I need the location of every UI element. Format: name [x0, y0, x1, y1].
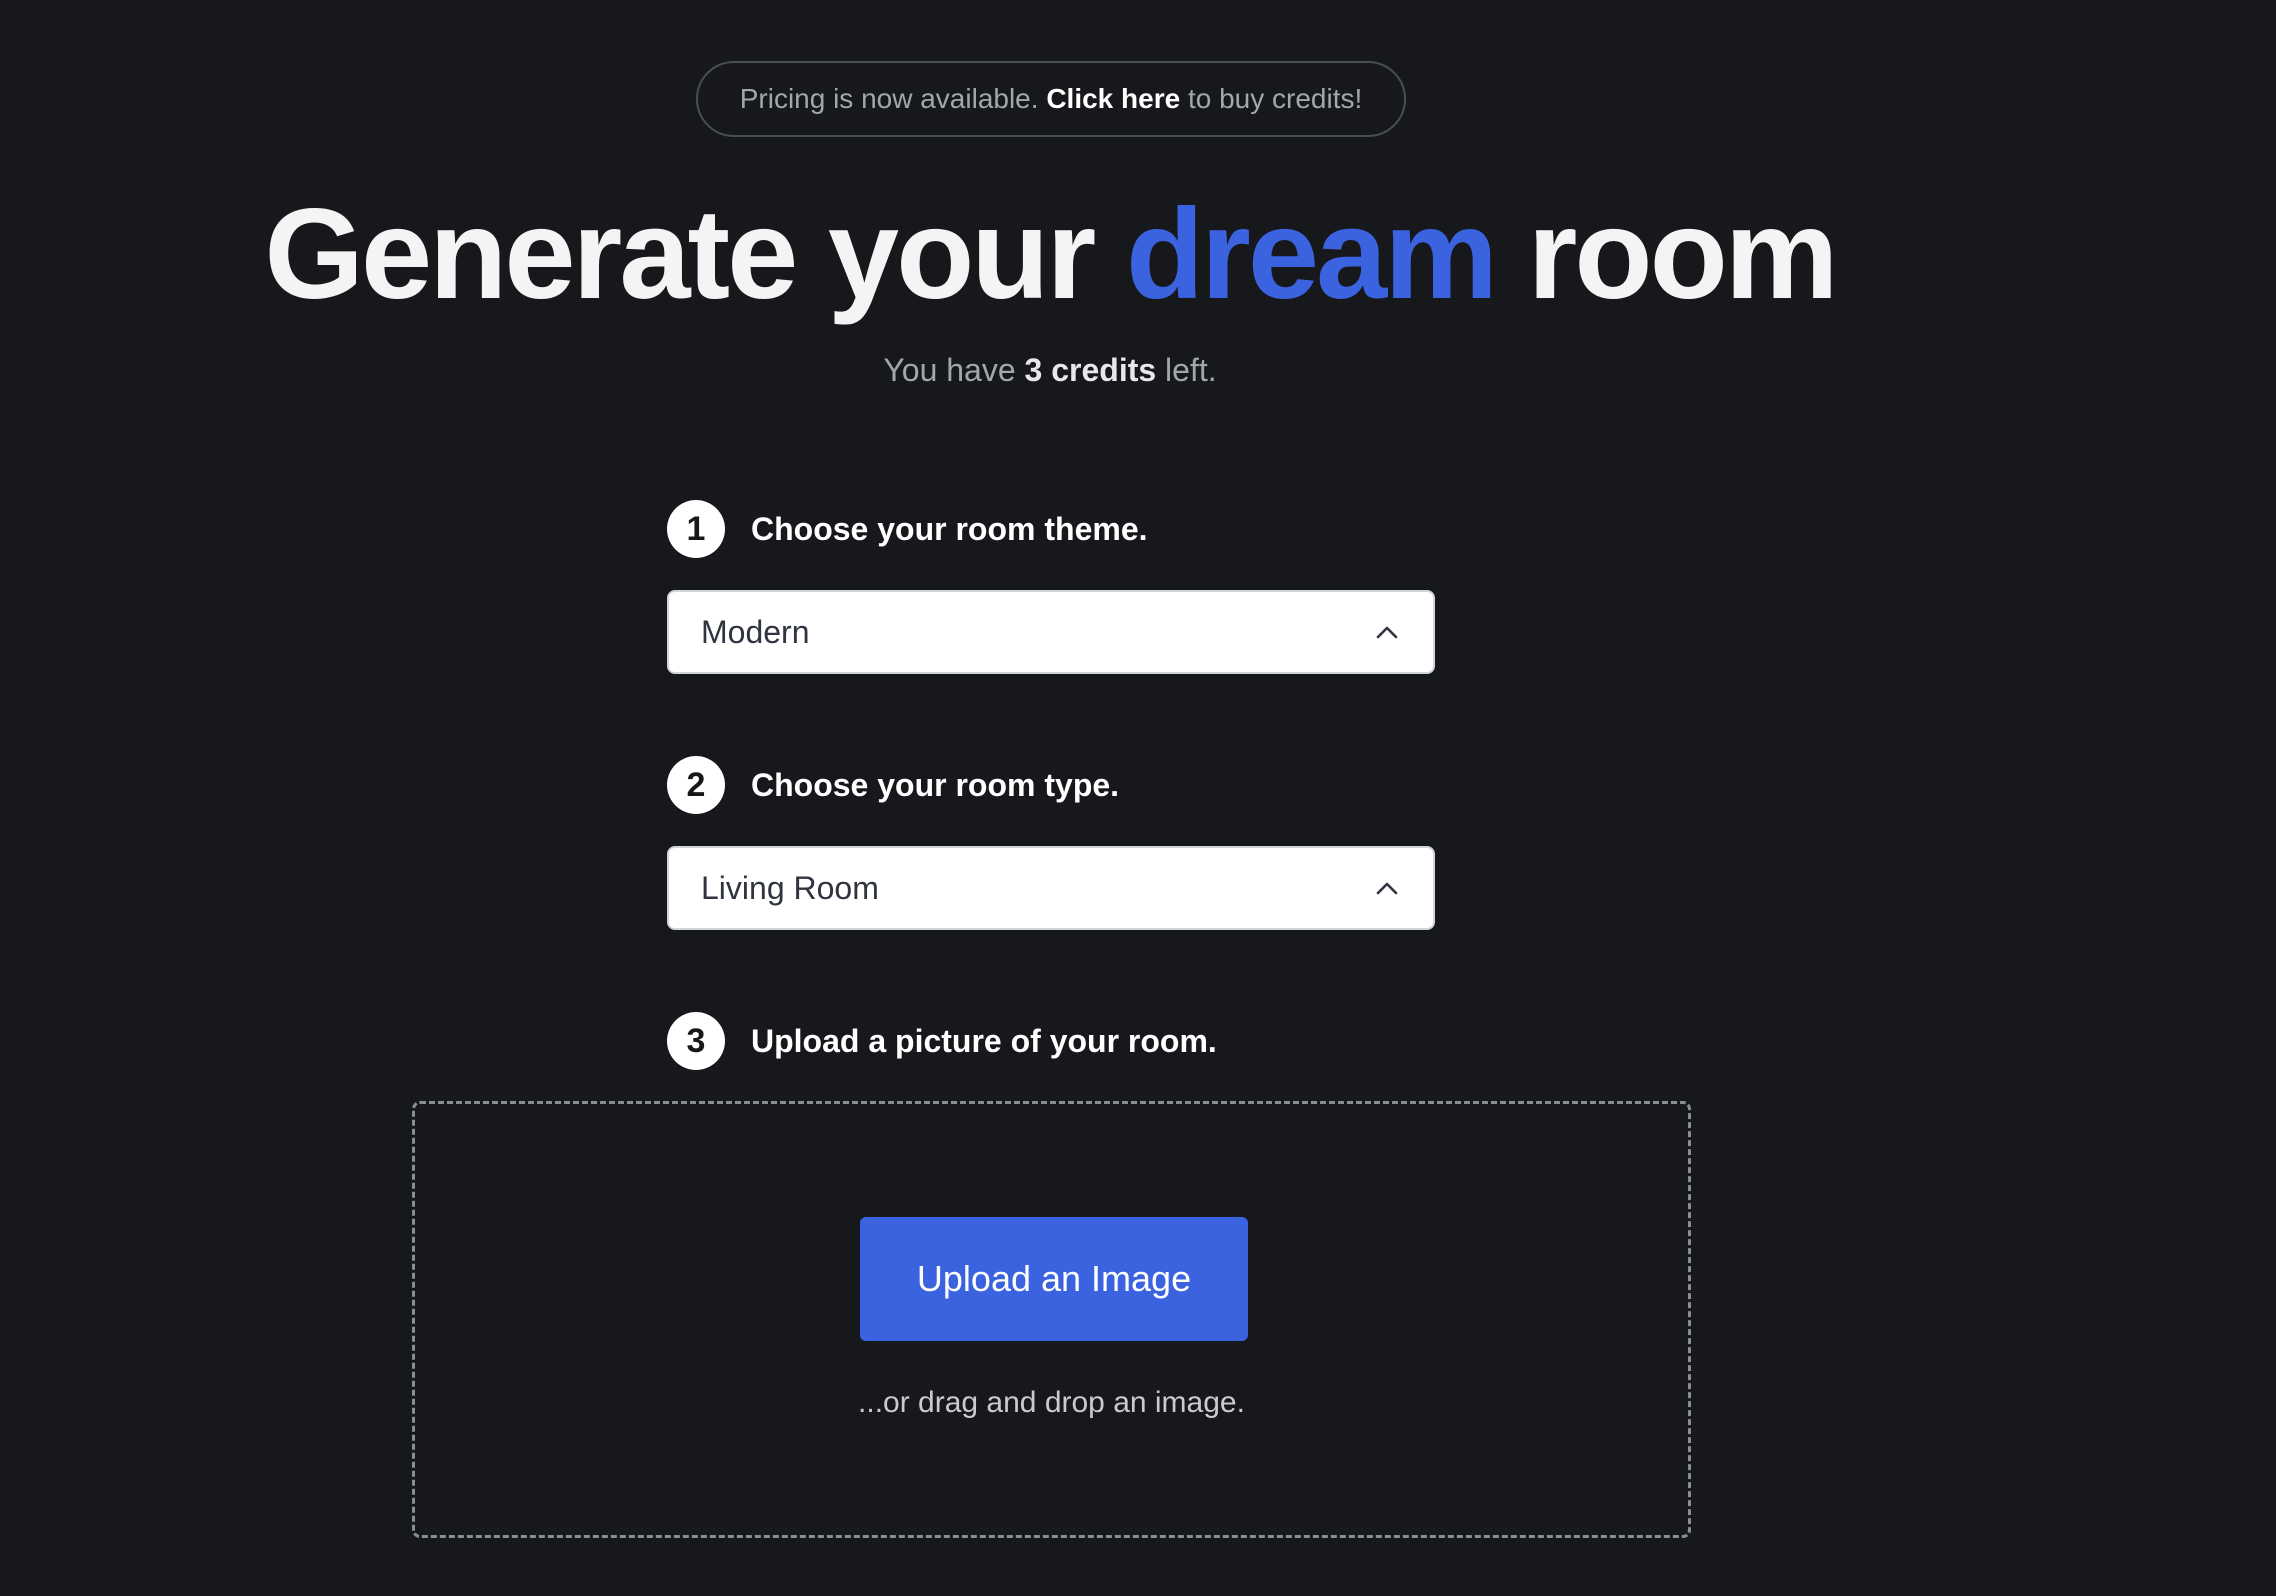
title-part-1: Generate your [264, 183, 1096, 326]
chevron-up-icon [1373, 618, 1401, 646]
title-accent: dream [1125, 183, 1498, 326]
room-type-select[interactable]: Living Room [667, 846, 1435, 930]
step-3-label: Upload a picture of your room. [751, 1022, 1217, 1059]
step-1-number-badge: 1 [667, 500, 725, 558]
page-title: Generate your dream room [0, 180, 2100, 330]
chevron-up-icon [1373, 874, 1401, 902]
credits-remaining: You have 3 credits left. [0, 350, 2100, 390]
step-1-label: Choose your room theme. [751, 510, 1148, 547]
upload-image-button[interactable]: Upload an Image [860, 1217, 1248, 1341]
room-theme-value: Modern [701, 613, 810, 650]
title-part-2: room [1527, 183, 1839, 326]
announcement-suffix: to buy credits! [1187, 83, 1363, 114]
announcement-prefix: Pricing is now available. [739, 83, 1039, 114]
step-3-header: 3 Upload a picture of your room. [667, 1011, 1217, 1071]
step-2-header: 2 Choose your room type. [667, 755, 1119, 815]
pricing-announcement: Pricing is now available. Click here to … [696, 61, 1406, 137]
credits-suffix: left. [1165, 352, 1217, 388]
credits-prefix: You have [883, 352, 1016, 388]
step-2-label: Choose your room type. [751, 766, 1120, 803]
image-dropzone[interactable]: Upload an Image ...or drag and drop an i… [412, 1101, 1691, 1538]
drag-drop-hint: ...or drag and drop an image. [858, 1386, 1245, 1419]
room-type-value: Living Room [701, 869, 879, 906]
step-1-header: 1 Choose your room theme. [667, 499, 1148, 559]
credits-count: 3 credits [1024, 352, 1157, 388]
buy-credits-link[interactable]: Click here [1046, 83, 1180, 115]
room-theme-select[interactable]: Modern [667, 590, 1435, 674]
step-3-number-badge: 3 [667, 1012, 725, 1070]
step-2-number-badge: 2 [667, 756, 725, 814]
